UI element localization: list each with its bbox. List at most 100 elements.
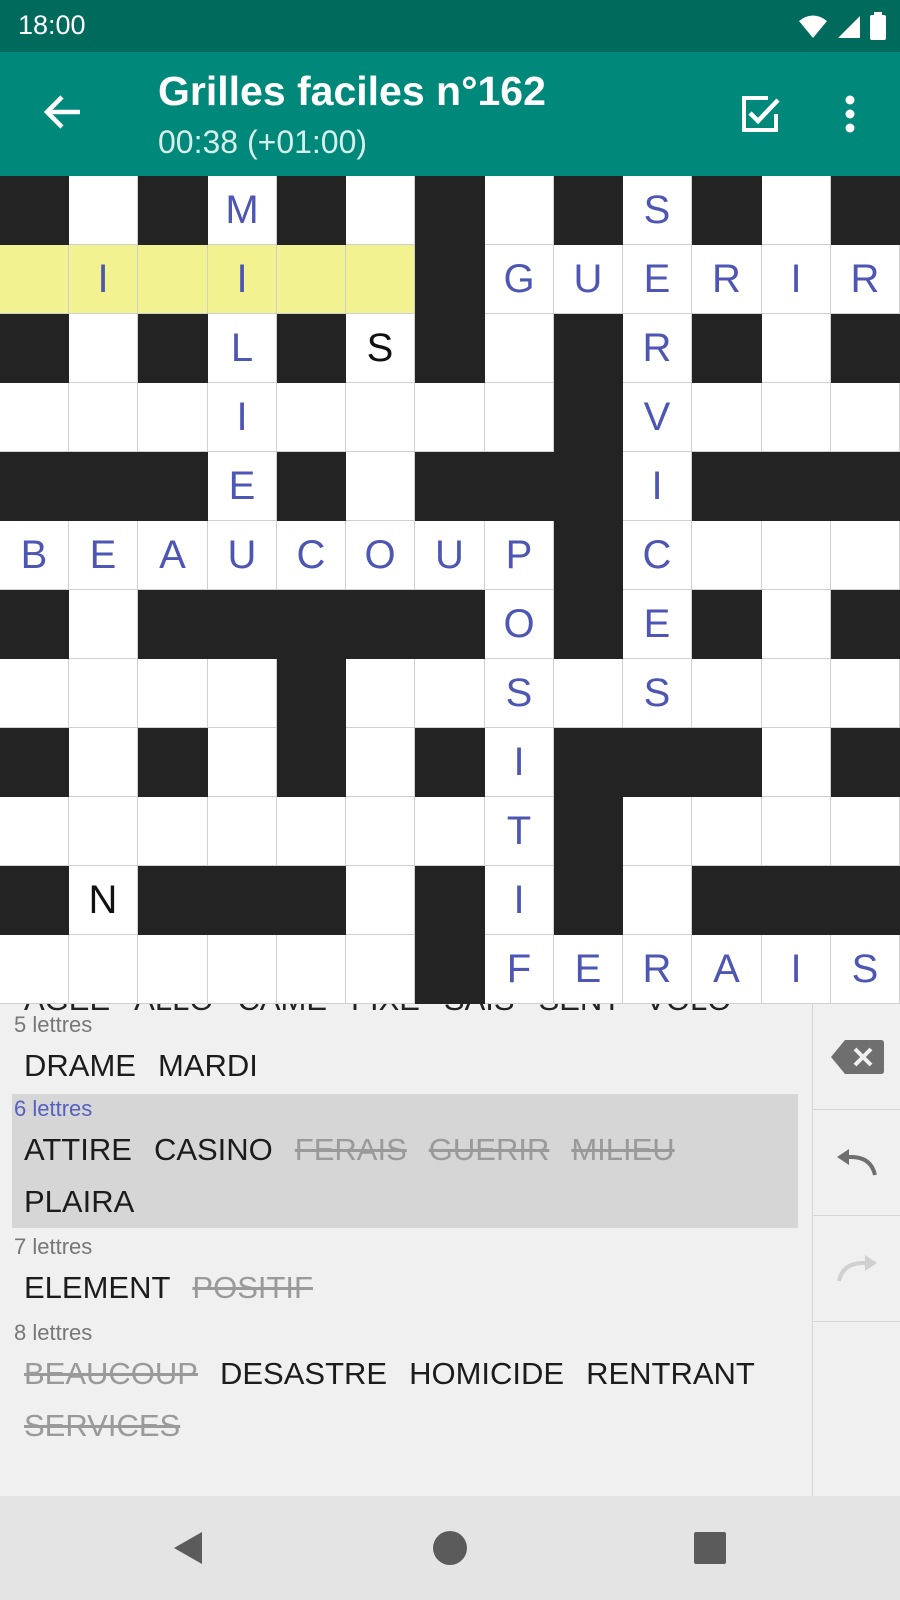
grid-cell[interactable] — [69, 383, 138, 452]
crossword-grid[interactable]: MSIIGUERIRLSRIVEIBEAUCOUPCOESSITNIFERAIS — [0, 176, 900, 1004]
word-item[interactable]: HOMICIDE — [409, 1348, 564, 1400]
grid-cell[interactable]: E — [623, 245, 692, 314]
grid-cell[interactable] — [762, 797, 831, 866]
grid-cell[interactable] — [277, 935, 346, 1004]
grid-cell[interactable]: C — [623, 521, 692, 590]
grid-cell[interactable] — [485, 383, 554, 452]
grid-cell[interactable]: E — [208, 452, 277, 521]
grid-cell[interactable] — [762, 176, 831, 245]
grid-cell[interactable] — [762, 590, 831, 659]
grid-cell[interactable] — [692, 383, 762, 452]
grid-cell[interactable]: G — [485, 245, 554, 314]
grid-cell[interactable] — [762, 728, 831, 797]
grid-cell[interactable] — [69, 797, 138, 866]
word-item[interactable]: RENTRANT — [586, 1348, 755, 1400]
grid-cell[interactable]: I — [208, 383, 277, 452]
grid-cell[interactable] — [692, 797, 762, 866]
grid-cell[interactable] — [0, 383, 69, 452]
word-item[interactable]: SERVICES — [24, 1400, 180, 1452]
grid-cell[interactable] — [831, 659, 900, 728]
grid-cell[interactable] — [623, 797, 692, 866]
grid-cell[interactable]: E — [623, 590, 692, 659]
grid-cell[interactable]: S — [346, 314, 415, 383]
grid-cell[interactable] — [831, 521, 900, 590]
back-button[interactable] — [32, 82, 92, 142]
grid-cell[interactable]: L — [208, 314, 277, 383]
grid-cell[interactable]: V — [623, 383, 692, 452]
grid-cell[interactable] — [208, 935, 277, 1004]
grid-cell[interactable] — [346, 452, 415, 521]
grid-cell[interactable]: I — [623, 452, 692, 521]
word-item[interactable]: MARDI — [158, 1040, 258, 1092]
grid-cell[interactable] — [138, 659, 208, 728]
grid-cell[interactable]: S — [831, 935, 900, 1004]
grid-cell[interactable] — [69, 590, 138, 659]
grid-cell[interactable]: R — [623, 935, 692, 1004]
grid-cell[interactable] — [623, 866, 692, 935]
grid-cell[interactable]: E — [69, 521, 138, 590]
grid-cell[interactable] — [692, 659, 762, 728]
redo-button[interactable] — [813, 1216, 900, 1322]
grid-cell[interactable] — [69, 314, 138, 383]
grid-cell[interactable]: N — [69, 866, 138, 935]
grid-cell[interactable] — [208, 797, 277, 866]
grid-cell[interactable]: F — [485, 935, 554, 1004]
grid-cell[interactable]: O — [485, 590, 554, 659]
word-item[interactable]: ELEMENT — [24, 1262, 170, 1314]
word-item[interactable]: MILIEU — [571, 1124, 674, 1176]
grid-cell[interactable]: R — [692, 245, 762, 314]
grid-cell[interactable]: C — [277, 521, 346, 590]
grid-cell[interactable] — [0, 659, 69, 728]
grid-cell[interactable] — [277, 245, 346, 314]
backspace-button[interactable] — [813, 1004, 900, 1110]
grid-cell[interactable] — [208, 659, 277, 728]
grid-cell[interactable]: M — [208, 176, 277, 245]
grid-cell[interactable]: U — [415, 521, 485, 590]
grid-cell[interactable]: O — [346, 521, 415, 590]
word-item[interactable]: BEAUCOUP — [24, 1348, 198, 1400]
grid-cell[interactable]: S — [623, 659, 692, 728]
grid-cell[interactable]: I — [762, 245, 831, 314]
grid-cell[interactable] — [346, 797, 415, 866]
grid-cell[interactable] — [762, 521, 831, 590]
grid-cell[interactable] — [69, 935, 138, 1004]
grid-cell[interactable]: U — [208, 521, 277, 590]
grid-cell[interactable] — [831, 797, 900, 866]
grid-cell[interactable] — [831, 383, 900, 452]
grid-cell[interactable] — [208, 728, 277, 797]
grid-cell[interactable] — [0, 935, 69, 1004]
grid-cell[interactable] — [415, 383, 485, 452]
grid-cell[interactable] — [346, 659, 415, 728]
grid-cell[interactable] — [277, 383, 346, 452]
nav-back-button[interactable] — [164, 1524, 212, 1572]
grid-cell[interactable] — [346, 245, 415, 314]
word-item[interactable]: PLAIRA — [24, 1176, 134, 1228]
grid-cell[interactable] — [415, 659, 485, 728]
grid-cell[interactable]: A — [692, 935, 762, 1004]
grid-cell[interactable]: P — [485, 521, 554, 590]
grid-cell[interactable] — [346, 383, 415, 452]
grid-cell[interactable] — [138, 383, 208, 452]
grid-cell[interactable] — [762, 383, 831, 452]
undo-button[interactable] — [813, 1110, 900, 1216]
word-item[interactable]: FERAIS — [295, 1124, 407, 1176]
grid-cell[interactable]: A — [138, 521, 208, 590]
grid-cell[interactable] — [346, 866, 415, 935]
grid-cell[interactable] — [69, 176, 138, 245]
grid-cell[interactable] — [346, 728, 415, 797]
grid-cell[interactable] — [0, 797, 69, 866]
grid-cell[interactable]: I — [69, 245, 138, 314]
grid-cell[interactable] — [692, 521, 762, 590]
word-item[interactable]: GUERIR — [429, 1124, 550, 1176]
grid-cell[interactable] — [346, 176, 415, 245]
grid-cell[interactable] — [762, 314, 831, 383]
grid-cell[interactable]: S — [485, 659, 554, 728]
grid-cell[interactable] — [138, 245, 208, 314]
word-item[interactable]: POSITIF — [192, 1262, 313, 1314]
grid-cell[interactable] — [762, 659, 831, 728]
grid-cell[interactable] — [485, 314, 554, 383]
grid-cell[interactable] — [554, 659, 623, 728]
grid-cell[interactable]: I — [485, 728, 554, 797]
word-item[interactable]: DESASTRE — [220, 1348, 387, 1400]
grid-cell[interactable]: I — [485, 866, 554, 935]
